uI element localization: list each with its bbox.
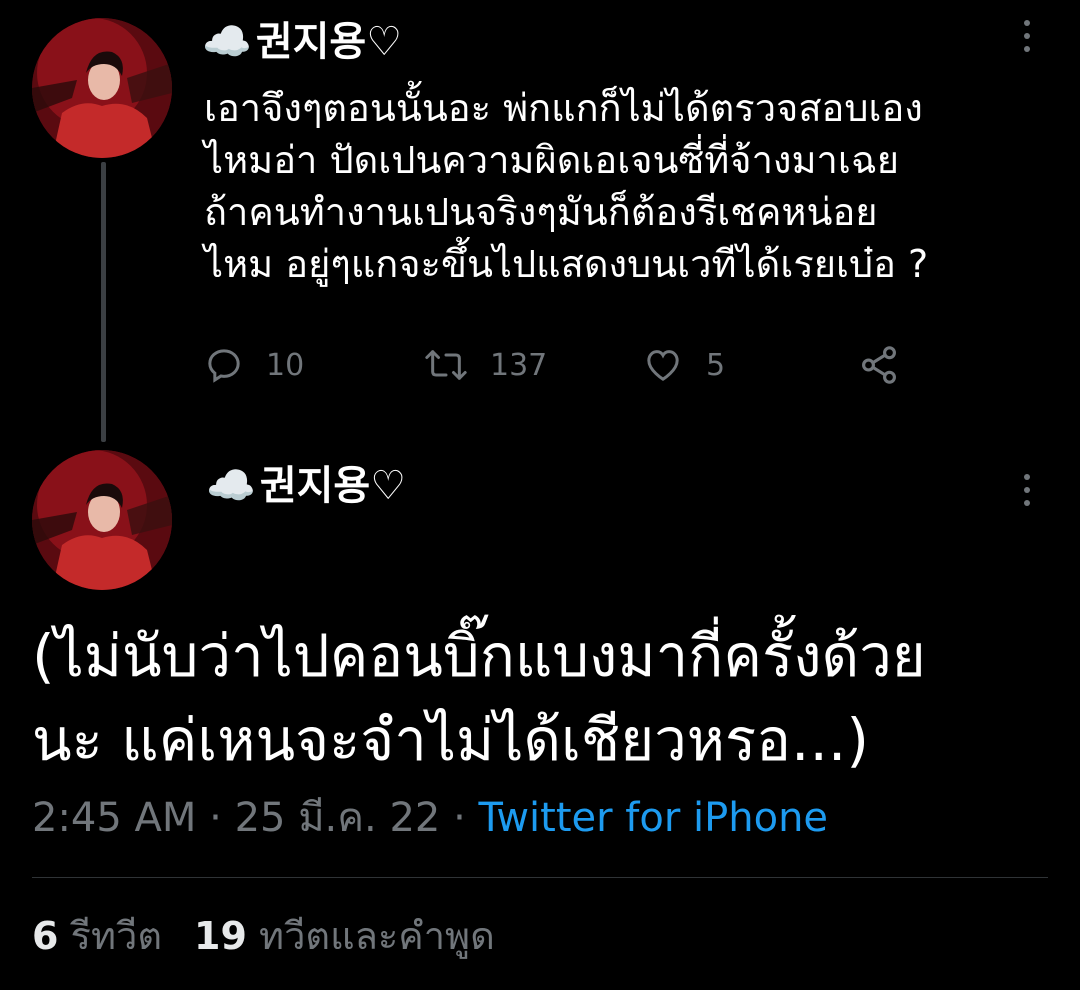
divider <box>32 877 1048 878</box>
reply-button[interactable]: 10 <box>204 340 304 390</box>
tweet-text: (ไม่นับว่าไปคอนบิ๊กแบงมากี่ครั้งด้วย นะ … <box>32 614 1052 782</box>
share-icon <box>862 346 896 384</box>
tweet-actions: 10 137 5 <box>204 340 924 390</box>
meta-separator: · <box>453 795 466 841</box>
thread-connector-line <box>101 162 106 442</box>
retweet-button[interactable]: 137 <box>424 340 547 390</box>
share-button[interactable] <box>858 340 922 390</box>
tweet-text: เอาจึงๆตอนนั้นอะ พ่กแกก็ไม่ได้ตรวจสอบเอง… <box>204 82 1054 290</box>
profile-photo-icon <box>32 18 172 158</box>
tweet-text-line: นะ แค่เหนจะจำไม่ได้เชียวหรอ...) <box>32 706 869 774</box>
cloud-emoji: ☁️ <box>206 463 256 509</box>
avatar[interactable] <box>32 18 172 158</box>
tweet-text-line: ไหม อยู่ๆแกจะขึ้นไปแสดงบนเวทีได้เรยเบ๋อ … <box>204 242 929 286</box>
retweets-stat[interactable]: 6 รีทวีต <box>32 914 162 958</box>
like-button[interactable]: 5 <box>642 340 725 390</box>
more-options-icon[interactable] <box>1022 20 1032 56</box>
author-name-text: 권지용♡ <box>259 463 407 509</box>
quotes-label: ทวีตและคำพูด <box>259 914 495 958</box>
tweet-source-link[interactable]: Twitter for iPhone <box>479 795 829 841</box>
like-icon <box>647 350 679 381</box>
tweet-stats: 6 รีทวีต 19 ทวีตและคำพูด <box>32 912 495 960</box>
tweet-text-line: ไหมอ่า ปัดเปนความผิดเอเจนซี่ที่จ้างมาเฉย <box>204 138 899 182</box>
reply-count: 10 <box>266 347 305 383</box>
tweet-text-line: ถ้าคนทำงานเปนจริงๆมันก็ต้องรีเชคหน่อย <box>204 190 878 234</box>
avatar[interactable] <box>32 450 172 590</box>
quotes-stat[interactable]: 19 ทวีตและคำพูด <box>194 914 495 958</box>
tweet-time[interactable]: 2:45 AM <box>32 795 196 841</box>
quotes-count: 19 <box>194 914 247 958</box>
like-count: 5 <box>706 347 726 383</box>
author-name[interactable]: ☁️ 권지용♡ <box>202 22 402 62</box>
author-name-text: 권지용♡ <box>255 19 403 65</box>
retweets-label: รีทวีต <box>70 914 163 958</box>
more-options-icon[interactable] <box>1022 474 1032 510</box>
tweet-text-line: (ไม่นับว่าไปคอนบิ๊กแบงมากี่ครั้งด้วย <box>32 622 926 690</box>
retweets-count: 6 <box>32 914 59 958</box>
tweet-meta: 2:45 AM · 25 มี.ค. 22 · Twitter for iPho… <box>32 794 828 842</box>
profile-photo-icon <box>32 450 172 590</box>
meta-separator: · <box>209 795 222 841</box>
retweet-count: 137 <box>490 347 548 383</box>
cloud-emoji: ☁️ <box>202 19 252 65</box>
author-name[interactable]: ☁️ 권지용♡ <box>206 466 406 506</box>
retweet-icon <box>425 350 467 380</box>
tweet-text-line: เอาจึงๆตอนนั้นอะ พ่กแกก็ไม่ได้ตรวจสอบเอง <box>204 86 923 130</box>
reply-icon <box>208 349 240 383</box>
tweet-date[interactable]: 25 มี.ค. 22 <box>235 795 441 841</box>
